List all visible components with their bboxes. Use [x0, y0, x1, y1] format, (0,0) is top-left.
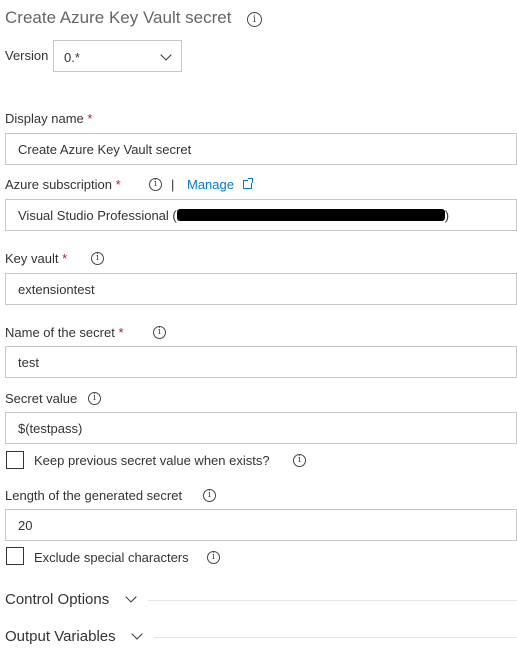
- control-options-section[interactable]: Control Options: [5, 591, 109, 608]
- info-icon[interactable]: i: [88, 392, 101, 405]
- output-variables-label: Output Variables: [5, 628, 116, 645]
- info-icon[interactable]: i: [293, 454, 306, 467]
- version-select[interactable]: 0.*: [53, 40, 182, 72]
- version-value: 0.*: [64, 50, 80, 65]
- key-vault-label-text: Key vault: [5, 251, 59, 266]
- required-mark: *: [115, 177, 121, 192]
- external-link-icon[interactable]: [243, 178, 253, 189]
- secret-name-label-text: Name of the secret: [5, 325, 115, 340]
- keep-previous-label: Keep previous secret value when exists?: [34, 453, 270, 468]
- subscription-label: Azure subscription *: [5, 177, 121, 192]
- exclude-special-label: Exclude special characters: [34, 550, 189, 565]
- length-field[interactable]: 20: [5, 509, 517, 541]
- secret-name-field[interactable]: test: [5, 346, 517, 378]
- version-label: Version: [5, 48, 49, 63]
- info-icon[interactable]: i: [207, 551, 220, 564]
- chevron-down-icon[interactable]: [125, 591, 137, 603]
- subscription-value-end: ): [444, 207, 450, 223]
- keep-previous-checkbox[interactable]: [6, 451, 24, 469]
- required-mark: *: [87, 111, 93, 126]
- output-variables-section[interactable]: Output Variables: [5, 628, 116, 645]
- control-options-label: Control Options: [5, 591, 110, 608]
- info-icon[interactable]: i: [149, 178, 162, 191]
- key-vault-value: extensiontest: [18, 281, 95, 297]
- link-separator: |: [171, 177, 175, 192]
- section-divider: [148, 600, 517, 601]
- redacted-id: [176, 209, 445, 221]
- chevron-down-icon[interactable]: [131, 628, 143, 640]
- info-icon[interactable]: i: [247, 12, 262, 27]
- chevron-down-icon: [160, 49, 172, 61]
- exclude-special-checkbox[interactable]: [6, 547, 24, 565]
- subscription-value: Visual Studio Professional (: [18, 207, 177, 223]
- secret-value-field[interactable]: $(testpass): [5, 412, 517, 444]
- required-mark: *: [118, 325, 124, 340]
- required-mark: *: [62, 251, 68, 266]
- secret-name-value: test: [18, 354, 39, 370]
- display-name-field[interactable]: Create Azure Key Vault secret: [5, 133, 517, 165]
- info-icon[interactable]: i: [203, 489, 216, 502]
- secret-name-label: Name of the secret *: [5, 325, 124, 340]
- key-vault-field[interactable]: extensiontest: [5, 273, 517, 305]
- secret-value-label: Secret value: [5, 391, 78, 406]
- manage-link[interactable]: Manage: [187, 177, 234, 192]
- info-icon[interactable]: i: [91, 252, 104, 265]
- display-name-value: Create Azure Key Vault secret: [18, 141, 192, 157]
- section-divider: [154, 637, 517, 638]
- length-value: 20: [18, 517, 33, 533]
- secret-value-value: $(testpass): [18, 420, 83, 436]
- key-vault-label: Key vault *: [5, 251, 67, 266]
- page-title: Create Azure Key Vault secret: [5, 8, 232, 27]
- display-name-label-text: Display name: [5, 111, 84, 126]
- subscription-field[interactable]: Visual Studio Professional ( ): [5, 199, 517, 231]
- length-label: Length of the generated secret: [5, 488, 183, 503]
- subscription-label-text: Azure subscription: [5, 177, 112, 192]
- info-icon[interactable]: i: [153, 326, 166, 339]
- display-name-label: Display name *: [5, 111, 92, 126]
